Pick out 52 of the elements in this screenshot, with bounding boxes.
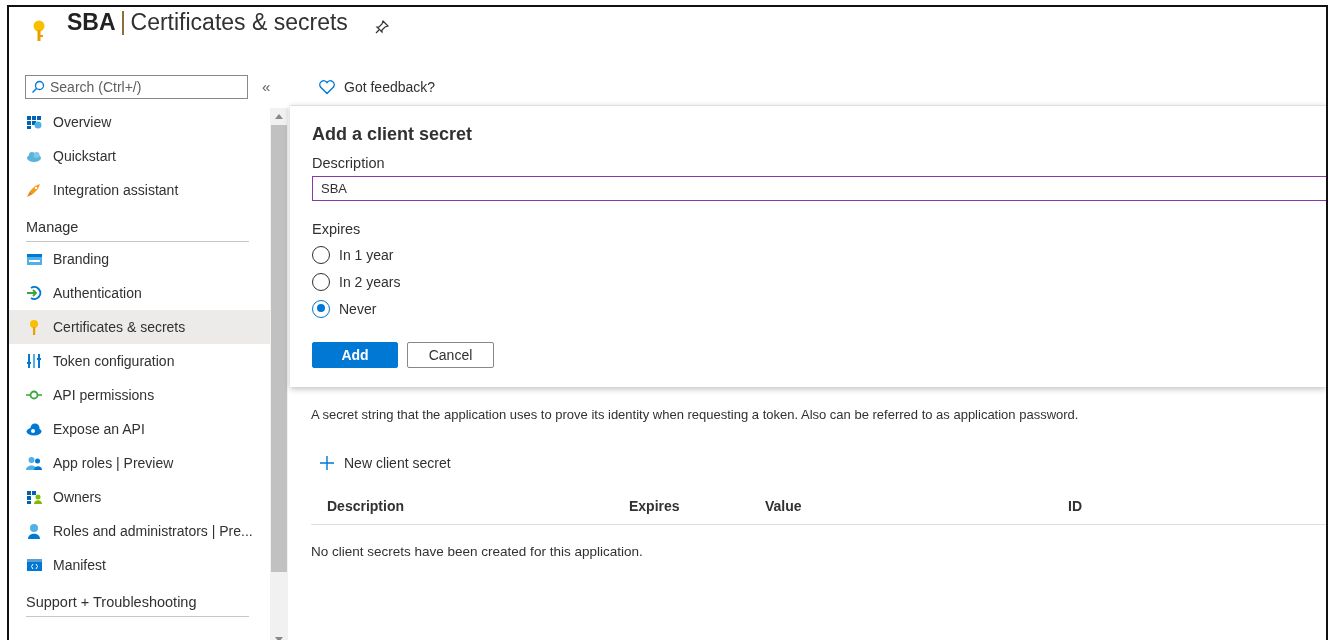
card-icon	[26, 251, 43, 267]
heart-icon	[318, 78, 336, 95]
radio-label: In 2 years	[339, 273, 401, 290]
info-text: A secret string that the application uses to prove its identity when requesting a token. Also can be referred to as application password.	[311, 407, 1080, 422]
nav-item[interactable]: Quickstart	[9, 139, 270, 173]
cancel-button[interactable]: Cancel	[407, 342, 494, 368]
field-label: Expires	[312, 221, 362, 237]
nav-item[interactable]: API permissions	[9, 378, 270, 412]
new-secret-button[interactable]: New client secret	[319, 455, 451, 471]
column-header: ID	[1068, 498, 1083, 514]
nav-item[interactable]: Integration assistant	[9, 173, 270, 207]
empty-message: No client secrets have been created for this application.	[311, 544, 644, 559]
people-icon	[26, 455, 43, 471]
sign-in-arrow-icon	[26, 285, 43, 301]
plus-icon	[319, 455, 335, 471]
nav-item[interactable]: Overview	[9, 105, 270, 139]
grid-icon	[26, 114, 43, 130]
nav-item[interactable]: Authentication	[9, 276, 270, 310]
search-field[interactable]: Search (Ctrl+/)	[25, 74, 248, 99]
page-title: SBA Certificates & secrets	[67, 9, 348, 36]
radio-label: In 1 year	[339, 246, 394, 263]
key-icon	[31, 19, 47, 43]
feedback-link[interactable]: Got feedback?	[290, 68, 1326, 105]
nav-item[interactable]: Roles and administrators | Pre...	[9, 514, 270, 548]
column-header: Expires	[629, 498, 681, 514]
nav-item[interactable]: Owners	[9, 480, 270, 514]
description-field[interactable]: SBA	[312, 176, 1326, 201]
nav-item[interactable]: Expose an API	[9, 412, 270, 446]
bars-icon	[26, 353, 43, 369]
dialog-title: Add a client secret	[312, 124, 474, 145]
person-icon	[26, 523, 43, 539]
nav-item[interactable]: Manifest	[9, 548, 270, 582]
nav-item[interactable]: App roles | Preview	[9, 446, 270, 480]
pin-icon[interactable]	[373, 19, 390, 35]
nav-item[interactable]: Token configuration	[9, 344, 270, 378]
section-heading: Manage	[26, 207, 249, 242]
field-label: Description	[312, 155, 386, 171]
section-heading: Support + Troubleshooting	[26, 582, 249, 617]
grid-person-icon	[26, 489, 43, 505]
cloud-icon	[26, 421, 43, 437]
collapse-button[interactable]: «	[262, 78, 271, 95]
add-button[interactable]: Add	[312, 342, 398, 368]
column-header: Value	[765, 498, 803, 514]
scrollbar[interactable]	[270, 108, 288, 640]
scrollbar-thumb[interactable]	[271, 125, 287, 572]
column-header: Description	[326, 498, 405, 514]
nav-item[interactable]: Certificates & secrets	[9, 310, 270, 344]
nav-item[interactable]: Branding	[9, 242, 270, 276]
rocket-icon	[26, 182, 43, 198]
scroll-up-arrow-icon[interactable]	[275, 114, 283, 119]
code-window-icon	[26, 557, 43, 573]
radio-label: Never	[339, 300, 377, 317]
